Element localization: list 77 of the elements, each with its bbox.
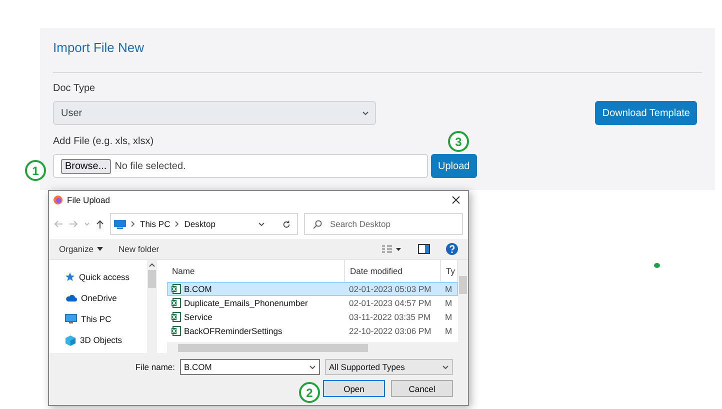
step-number: 1 [25,160,46,181]
chevron-down-icon [362,110,369,116]
spreadsheet-file-icon [171,284,181,294]
address-bar[interactable]: This PC Desktop [110,213,298,235]
cancel-button[interactable]: Cancel [391,380,453,397]
spreadsheet-file-icon [171,298,181,308]
breadcrumb-item[interactable]: This PC [140,219,170,229]
file-name-label: File name: [135,362,175,372]
file-status-text: No file selected. [114,160,186,172]
scroll-thumb[interactable] [148,270,156,288]
date-cell-text: 02-01-2023 05:03 PM [348,284,432,294]
file-name-field[interactable]: B.COM [180,359,320,375]
file-type-select[interactable]: All Supported Types [325,359,453,375]
nav-item[interactable]: 3D Objects [65,333,147,347]
file-row[interactable]: BackOFReminderSettings 22-10-2022 03:06 PM M [167,324,458,338]
type-cell-text: M [444,326,454,336]
scroll-thumb[interactable] [459,276,467,294]
close-icon[interactable] [452,196,460,204]
star-icon [65,272,75,282]
scrollbar[interactable] [458,260,468,353]
breadcrumb-item[interactable]: Desktop [184,219,216,229]
chevron-right-icon [131,221,135,227]
type-cell-text: M [444,298,454,308]
scroll-up-icon[interactable] [149,263,155,267]
search-icon [313,220,322,228]
dot-marker [654,263,660,268]
open-button[interactable]: Open [323,380,385,397]
file-row[interactable]: B.COM 02-01-2023 05:03 PM M [167,282,458,296]
panel-title: Import File New [53,40,146,57]
browser-logo-icon [53,195,63,205]
nav-item[interactable]: This PC [65,312,147,326]
monitor-icon [114,220,126,228]
file-name: Duplicate_Emails_Phonenumber [184,298,308,308]
preview-pane-icon[interactable] [418,244,430,254]
chevron-down-icon[interactable] [84,222,90,226]
up-arrow-icon[interactable] [96,220,104,228]
spreadsheet-file-icon [171,326,181,336]
search-field[interactable]: Search Desktop [304,213,463,235]
browse-button[interactable]: Browse... [61,158,111,174]
organize-menu[interactable]: Organize [59,244,102,254]
nav-item[interactable]: OneDrive [65,291,147,305]
back-arrow-icon[interactable] [54,220,63,228]
field-label: Add File (e.g. xls, xlsx) [53,136,154,147]
scrollbar[interactable] [147,260,157,353]
file-input-field[interactable]: Browse... No file selected. [53,154,428,178]
monitor-icon [65,314,77,324]
field-label: Doc Type [53,83,96,94]
type-cell-text: M [444,312,454,322]
cloud-icon [65,294,77,302]
date-cell-text: 03-11-2022 03:35 PM [348,312,432,322]
file-row[interactable]: Service 03-11-2022 03:35 PM M [167,310,458,324]
date-cell-text: 02-01-2023 04:57 PM [348,298,432,308]
scroll-thumb[interactable] [178,344,368,352]
spreadsheet-file-icon [171,312,181,322]
file-name: BackOFReminderSettings [184,326,282,336]
scrollbar[interactable] [167,342,458,353]
file-name: Service [184,312,212,322]
new-folder-button[interactable]: New folder [118,244,160,254]
cube-icon [65,334,76,346]
download-template-button[interactable]: Download Template [595,101,697,125]
file-row[interactable]: Duplicate_Emails_Phonenumber 02-01-2023 04:57 PM M [167,296,458,310]
date-cell-text: 22-10-2022 03:06 PM [348,326,432,336]
upload-button[interactable]: Upload [431,154,477,178]
chevron-down-icon [258,222,265,226]
caret-icon [96,247,102,251]
dialog-title: File Upload [67,195,111,205]
forward-arrow-icon[interactable] [69,220,78,228]
nav-item[interactable]: Quick access [65,270,147,284]
chevron-right-icon [175,221,180,227]
help-icon[interactable] [446,243,458,255]
type-cell-text: M [444,284,454,294]
doc-type-select[interactable]: User [53,101,376,125]
refresh-icon[interactable] [282,220,291,228]
chevron-down-icon [442,364,449,370]
chevron-down-icon [309,364,316,370]
view-options-icon[interactable] [382,244,402,254]
file-name: B.COM [184,284,212,294]
